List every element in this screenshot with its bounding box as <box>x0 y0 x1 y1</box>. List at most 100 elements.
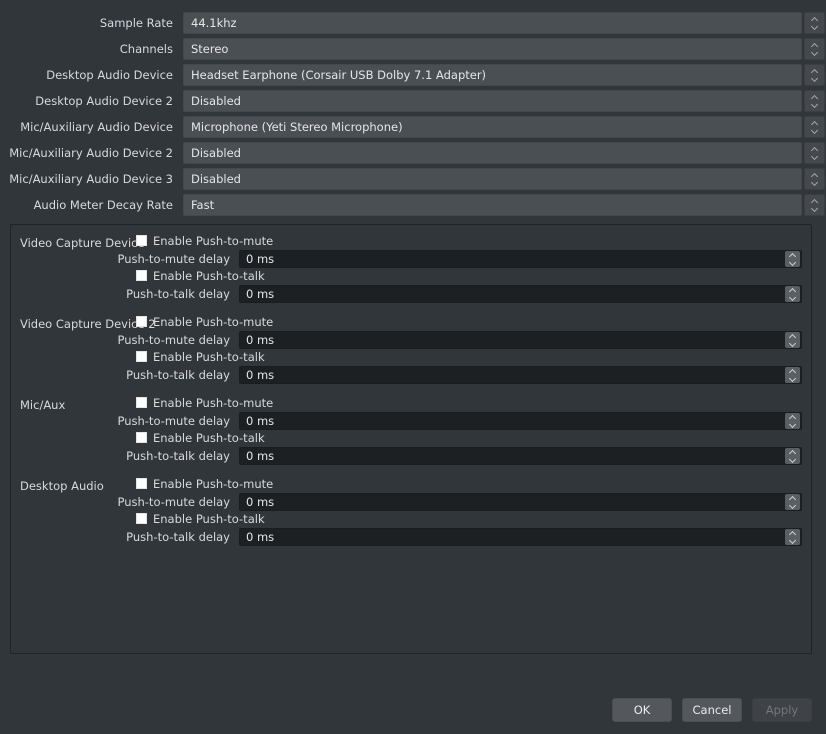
device-setting-combobox[interactable]: Disabled <box>183 168 825 190</box>
combobox-spinner[interactable] <box>804 194 825 216</box>
combobox-spinner[interactable] <box>804 38 825 60</box>
push-to-mute-delay-spinbox[interactable]: 0 ms <box>239 331 802 349</box>
spinbox-stepper[interactable] <box>785 251 800 267</box>
push-to-talk-delay-spinbox[interactable]: 0 ms <box>239 528 802 546</box>
chevron-up-icon <box>789 451 796 455</box>
enable-push-to-talk-row[interactable]: Enable Push-to-talk <box>136 267 265 284</box>
device-setting-label: Desktop Audio Device <box>46 68 173 82</box>
chevron-down-icon <box>789 260 796 264</box>
chevron-down-icon <box>811 76 818 80</box>
spinbox-stepper[interactable] <box>785 529 800 545</box>
device-setting-combobox[interactable]: Stereo <box>183 38 825 60</box>
device-setting-value: Disabled <box>191 94 241 108</box>
enable-push-to-mute-checkbox[interactable] <box>136 478 147 489</box>
push-to-talk-delay-label: Push-to-talk delay <box>126 530 230 544</box>
chevron-down-icon <box>811 180 818 184</box>
enable-push-to-mute-checkbox[interactable] <box>136 235 147 246</box>
enable-push-to-mute-label: Enable Push-to-mute <box>153 476 274 491</box>
device-setting-label: Channels <box>119 42 173 56</box>
chevron-up-icon <box>811 200 818 204</box>
push-to-mute-delay-value: 0 ms <box>246 252 275 266</box>
device-setting-row: Audio Meter Decay Rate Fast <box>0 192 826 218</box>
chevron-up-icon <box>789 497 796 501</box>
push-to-talk-delay-row: Push-to-talk delay 0 ms <box>11 285 802 303</box>
device-setting-label: Desktop Audio Device 2 <box>35 94 173 108</box>
chevron-up-icon <box>789 532 796 536</box>
chevron-down-icon <box>789 376 796 380</box>
combobox-spinner[interactable] <box>804 90 825 112</box>
enable-push-to-talk-row[interactable]: Enable Push-to-talk <box>136 510 265 527</box>
push-to-talk-source-label: Video Capture Device <box>20 236 145 250</box>
push-to-talk-delay-row: Push-to-talk delay 0 ms <box>11 528 802 546</box>
spinbox-stepper[interactable] <box>785 494 800 510</box>
device-setting-value: Headset Earphone (Corsair USB Dolby 7.1 … <box>191 68 487 82</box>
push-to-mute-delay-row: Push-to-mute delay 0 ms <box>11 493 802 511</box>
combobox-spinner[interactable] <box>804 64 825 86</box>
enable-push-to-talk-row[interactable]: Enable Push-to-talk <box>136 429 265 446</box>
enable-push-to-talk-label: Enable Push-to-talk <box>153 268 265 283</box>
push-to-talk-delay-spinbox[interactable]: 0 ms <box>239 366 802 384</box>
dialog-button-bar: OK Cancel Apply <box>0 686 826 734</box>
chevron-down-icon <box>811 128 818 132</box>
enable-push-to-mute-row[interactable]: Enable Push-to-mute <box>136 313 273 330</box>
spinbox-stepper[interactable] <box>785 286 800 302</box>
chevron-up-icon <box>811 18 818 22</box>
combobox-spinner[interactable] <box>804 142 825 164</box>
ok-button[interactable]: OK <box>612 698 672 722</box>
push-to-talk-delay-value: 0 ms <box>246 530 275 544</box>
push-to-mute-delay-spinbox[interactable]: 0 ms <box>239 493 802 511</box>
device-setting-combobox[interactable]: Microphone (Yeti Stereo Microphone) <box>183 116 825 138</box>
enable-push-to-talk-checkbox[interactable] <box>136 513 147 524</box>
push-to-mute-delay-label: Push-to-mute delay <box>117 333 230 347</box>
enable-push-to-mute-label: Enable Push-to-mute <box>153 395 274 410</box>
enable-push-to-mute-row[interactable]: Enable Push-to-mute <box>136 394 273 411</box>
device-setting-combobox[interactable]: 44.1khz <box>183 12 825 34</box>
device-setting-combobox[interactable]: Headset Earphone (Corsair USB Dolby 7.1 … <box>183 64 825 86</box>
enable-push-to-talk-label: Enable Push-to-talk <box>153 349 265 364</box>
push-to-talk-delay-spinbox[interactable]: 0 ms <box>239 447 802 465</box>
enable-push-to-mute-checkbox[interactable] <box>136 316 147 327</box>
chevron-down-icon <box>789 341 796 345</box>
apply-button[interactable]: Apply <box>752 698 812 722</box>
push-to-talk-delay-spinbox[interactable]: 0 ms <box>239 285 802 303</box>
spinbox-stepper[interactable] <box>785 413 800 429</box>
chevron-up-icon <box>811 174 818 178</box>
push-to-talk-group: Mic/Aux Enable Push-to-mute Push-to-mute d… <box>11 387 811 468</box>
device-setting-combobox[interactable]: Fast <box>183 194 825 216</box>
chevron-down-icon <box>811 24 818 28</box>
enable-push-to-talk-row[interactable]: Enable Push-to-talk <box>136 348 265 365</box>
combobox-spinner[interactable] <box>804 116 825 138</box>
spinbox-stepper[interactable] <box>785 332 800 348</box>
cancel-button[interactable]: Cancel <box>682 698 742 722</box>
push-to-mute-delay-spinbox[interactable]: 0 ms <box>239 250 802 268</box>
chevron-up-icon <box>789 254 796 258</box>
chevron-up-icon <box>811 70 818 74</box>
enable-push-to-talk-checkbox[interactable] <box>136 432 147 443</box>
enable-push-to-talk-checkbox[interactable] <box>136 351 147 362</box>
enable-push-to-mute-label: Enable Push-to-mute <box>153 233 274 248</box>
enable-push-to-mute-row[interactable]: Enable Push-to-mute <box>136 475 273 492</box>
push-to-talk-delay-label: Push-to-talk delay <box>126 368 230 382</box>
combobox-spinner[interactable] <box>804 12 825 34</box>
device-setting-value: Disabled <box>191 146 241 160</box>
device-setting-combobox[interactable]: Disabled <box>183 142 825 164</box>
device-setting-row: Sample Rate 44.1khz <box>0 10 826 36</box>
chevron-up-icon <box>811 148 818 152</box>
enable-push-to-mute-checkbox[interactable] <box>136 397 147 408</box>
push-to-mute-delay-label: Push-to-mute delay <box>117 414 230 428</box>
push-to-mute-delay-label: Push-to-mute delay <box>117 252 230 266</box>
spinbox-stepper[interactable] <box>785 367 800 383</box>
enable-push-to-talk-label: Enable Push-to-talk <box>153 511 265 526</box>
enable-push-to-talk-checkbox[interactable] <box>136 270 147 281</box>
push-to-talk-group: Desktop Audio Enable Push-to-mute Push-to-… <box>11 468 811 549</box>
push-to-mute-delay-spinbox[interactable]: 0 ms <box>239 412 802 430</box>
audio-device-settings: Sample Rate 44.1khz Channels Stereo Desktop … <box>0 0 826 218</box>
combobox-spinner[interactable] <box>804 168 825 190</box>
push-to-talk-panel: Video Capture Device Enable Push-to-mute P… <box>10 224 812 654</box>
spinbox-stepper[interactable] <box>785 448 800 464</box>
enable-push-to-talk-label: Enable Push-to-talk <box>153 430 265 445</box>
device-setting-combobox[interactable]: Disabled <box>183 90 825 112</box>
enable-push-to-mute-row[interactable]: Enable Push-to-mute <box>136 232 273 249</box>
device-setting-row: Desktop Audio Device Headset Earphone (Co… <box>0 62 826 88</box>
chevron-up-icon <box>811 122 818 126</box>
